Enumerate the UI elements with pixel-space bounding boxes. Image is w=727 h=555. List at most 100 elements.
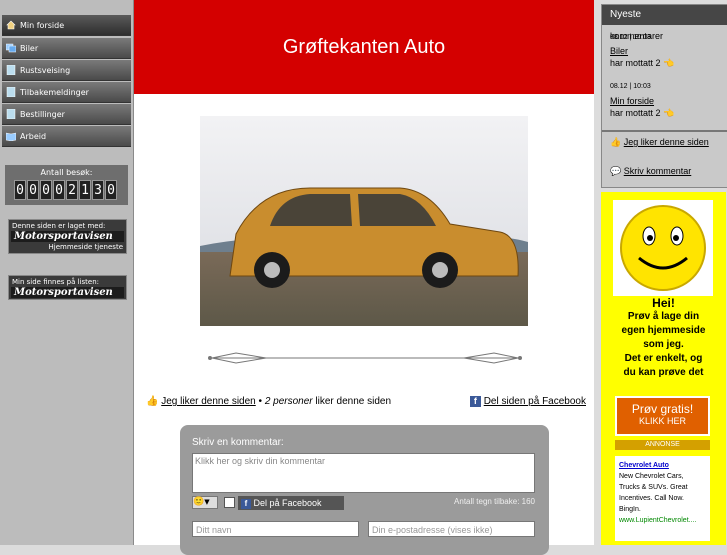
comment-text-row: har mottatt 2 👈	[610, 58, 674, 69]
annonse-label: ANNONSE	[615, 440, 710, 450]
like-page-link[interactable]: Jeg liker denne siden	[161, 396, 256, 407]
nav-label: Bestillinger	[20, 110, 65, 119]
nav-item-bestillinger[interactable]: Bestillinger	[2, 104, 131, 125]
comment-facebook-share-label: Del på Facebook	[253, 498, 322, 508]
panel-divider	[602, 130, 727, 132]
comment-page-link[interactable]: Min forside	[610, 96, 654, 106]
nav-item-tilbakemeldinger[interactable]: Tilbakemeldinger	[2, 82, 131, 103]
nav-label: Rustsveising	[20, 66, 71, 75]
thumbs-up-icon: 👍	[146, 396, 159, 407]
comment-form: Skriv en kommentar: Klikk her og skriv d…	[180, 425, 549, 555]
counter-digit: 0	[53, 180, 65, 200]
facebook-icon: f	[469, 396, 481, 407]
write-comment-link[interactable]: Skriv kommentar	[624, 166, 692, 176]
like-suffix: liker denne siden	[312, 396, 392, 407]
ad-line: du kan prøve det	[623, 367, 704, 378]
badge-caption: Denne siden er laget med:	[12, 222, 106, 230]
comment-form-title: Skriv en kommentar:	[192, 437, 284, 448]
smiley-icon: 🙂	[193, 497, 205, 507]
left-sidebar: Min forside Biler Rustsveising Tilbakeme…	[0, 0, 134, 545]
like-separator: •	[255, 396, 265, 407]
comment-date: 08.12 | 10:03	[610, 83, 651, 90]
comment-text: har mottatt 2	[610, 58, 661, 68]
ornamental-divider	[208, 352, 522, 364]
smiley-picker-button[interactable]: 🙂▼	[192, 496, 218, 509]
nav-label: Tilbakemeldinger	[20, 88, 89, 97]
sidebar-like-row: 👍 Jeg liker denne siden	[610, 136, 720, 148]
facebook-share-checkbox[interactable]	[224, 497, 235, 508]
listed-badge[interactable]: Min side finnes på listen: Motorsportavi…	[8, 275, 127, 300]
share-facebook-link[interactable]: f Del siden på Facebook	[469, 396, 586, 407]
badge-caption: Min side finnes på listen:	[12, 278, 100, 286]
ad-line: som jeg.	[643, 339, 684, 350]
thumbs-up-icon: 👍	[610, 137, 622, 147]
comment-toolbar: 🙂▼ f Del på Facebook Antall tegn tilbake…	[192, 495, 535, 511]
counter-digit: 3	[92, 180, 104, 200]
nav-item-min-forside[interactable]: Min forside	[2, 15, 131, 36]
car-photo	[200, 116, 528, 326]
main-content: Grøftekanten Auto 👍 Jeg liker denne side…	[134, 0, 594, 555]
comment-page-link[interactable]: Biler	[610, 46, 628, 56]
hand-icon: 👈	[663, 58, 675, 68]
counter-digit: 0	[105, 180, 117, 200]
page-icon	[6, 87, 16, 97]
sponsored-ad[interactable]: Chevrolet Auto New Chevrolet Cars, Truck…	[615, 456, 710, 541]
visit-counter-label: Antall besøk:	[40, 168, 93, 177]
like-bar: 👍 Jeg liker denne siden • 2 personer lik…	[146, 396, 586, 412]
page-icon	[6, 109, 16, 119]
book-icon	[6, 132, 16, 141]
ad-text: Hei! Prøv å lage din egen hjemmeside som…	[601, 296, 726, 380]
dropdown-arrow-icon: ▼	[204, 498, 210, 506]
sidebar-like-link[interactable]: Jeg liker denne siden	[624, 137, 709, 147]
try-free-label: Prøv gratis!	[631, 402, 694, 416]
nav-label: Min forside	[20, 21, 65, 30]
nav-label: Biler	[20, 44, 39, 53]
ad-line: Hei!	[652, 296, 675, 310]
speech-bubble-icon: 💬	[610, 166, 622, 176]
gallery-icon	[6, 43, 16, 53]
share-facebook-label: Del siden på Facebook	[483, 396, 586, 407]
counter-digit: 2	[66, 180, 78, 200]
right-sidebar: Nyeste kommentarer 08.12 | 10:03 Biler h…	[600, 0, 727, 545]
sponsored-ad-title[interactable]: Chevrolet Auto	[619, 460, 706, 471]
sponsored-ad-text: New Chevrolet Cars, Trucks & SUVs. Great…	[619, 473, 688, 513]
page-header: Grøftekanten Auto	[134, 0, 594, 94]
smiley-face-icon	[613, 200, 713, 296]
ad-line: Det er enkelt, og	[624, 353, 703, 364]
click-here-label: KLIKK HER	[638, 416, 687, 426]
counter-digit: 1	[79, 180, 91, 200]
latest-comments-heading: Nyeste	[602, 5, 727, 25]
sidebar-comment-row: 💬 Skriv kommentar	[610, 166, 691, 177]
page-title: Grøftekanten Auto	[282, 36, 446, 58]
like-count: 2 personer	[264, 396, 313, 407]
comment-text: har mottatt 2	[610, 108, 661, 118]
chars-remaining: Antall tegn tilbake: 160	[454, 497, 535, 506]
nav-item-arbeid[interactable]: Arbeid	[2, 126, 131, 147]
email-field[interactable]: Din e-postadresse (vises ikke)	[368, 521, 535, 537]
ad-panel[interactable]: Hei! Prøv å lage din egen hjemmeside som…	[601, 192, 726, 545]
facebook-icon: f	[241, 499, 251, 509]
comment-facebook-share[interactable]: f Del på Facebook	[238, 496, 344, 510]
comment-date: 08.12 | 10:03	[610, 34, 651, 41]
counter-digit: 0	[40, 180, 52, 200]
page-icon	[6, 65, 16, 75]
counter-digit: 0	[14, 180, 26, 200]
badge-subcaption: Hjemmeside tjeneste	[48, 243, 123, 251]
made-with-badge[interactable]: Denne siden er laget med: Motorsportavis…	[8, 219, 127, 254]
try-free-button[interactable]: Prøv gratis! KLIKK HER	[615, 396, 710, 436]
nav-label: Arbeid	[20, 132, 47, 141]
comment-textarea[interactable]: Klikk her og skriv din kommentar	[192, 453, 535, 493]
comment-text-row: har mottatt 2 👈	[610, 108, 674, 119]
counter-digit: 0	[27, 180, 39, 200]
ad-line: egen hjemmeside	[621, 325, 706, 336]
ad-line: Prøv å lage din	[627, 311, 700, 322]
name-field[interactable]: Ditt navn	[192, 521, 359, 537]
badge-logo-text: Motorsportavisen	[11, 231, 124, 242]
hand-icon: 👈	[663, 108, 675, 118]
sponsored-ad-url[interactable]: www.LupientChevrolet....	[619, 515, 706, 526]
visit-counter: Antall besøk: 0 0 0 0 2 1 3 0	[5, 165, 128, 205]
nav-item-biler[interactable]: Biler	[2, 38, 131, 59]
home-icon	[6, 20, 16, 30]
badge-logo-text: Motorsportavisen	[11, 287, 124, 298]
nav-item-rustsveising[interactable]: Rustsveising	[2, 60, 131, 81]
